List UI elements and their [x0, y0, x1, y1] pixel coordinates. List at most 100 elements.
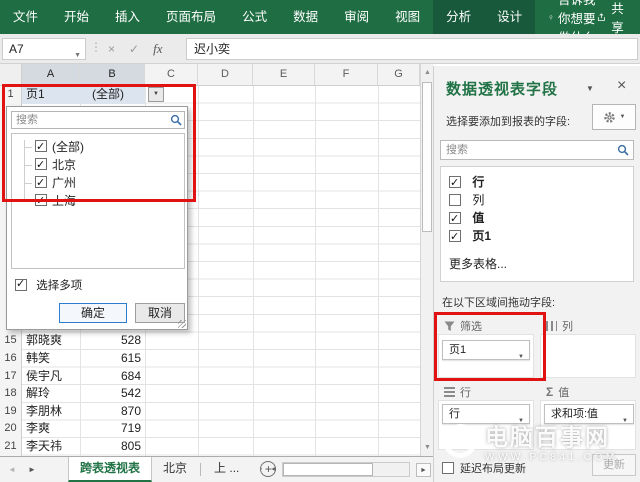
vertical-scrollbar-thumb[interactable] — [422, 82, 432, 232]
select-multiple-row[interactable]: 选择多项 — [15, 277, 82, 293]
defer-layout-row[interactable]: 延迟布局更新 — [442, 460, 526, 476]
panel-options-caret-icon[interactable]: ▼ — [586, 84, 594, 93]
checkbox[interactable] — [442, 462, 454, 474]
sheet-nav-right-icon[interactable]: ► — [28, 465, 36, 474]
sheet-tab-pivot[interactable]: 跨表透视表 — [68, 457, 152, 482]
cell-b1-page-value[interactable]: (全部) — [80, 86, 145, 104]
formula-input[interactable]: 迟小奕 — [186, 38, 638, 60]
filters-area-pill-page1[interactable]: 页1 ▼ — [442, 340, 530, 360]
table-row[interactable]: 李朋林870 — [22, 403, 145, 421]
checkbox[interactable] — [449, 212, 461, 224]
tab-design[interactable]: 设计 — [484, 0, 535, 34]
drag-areas-hint: 在以下区域间拖动字段: — [442, 294, 555, 310]
ribbon-tab-bar: 文件 开始 插入 页面布局 公式 数据 审阅 视图 分析 设计 告诉我你想要做什… — [0, 0, 640, 34]
tools-button[interactable]: ▼ — [592, 104, 636, 130]
field-value[interactable]: 值 — [449, 209, 484, 227]
rows-area-pill[interactable]: 行 ▼ — [442, 404, 530, 424]
column-header-d[interactable]: D — [198, 64, 253, 85]
filter-item-all[interactable]: (全部) — [12, 138, 184, 156]
table-row[interactable]: 李天祎805 — [22, 438, 145, 456]
defer-layout-label: 延迟布局更新 — [460, 460, 526, 476]
checkbox[interactable] — [35, 176, 47, 188]
share-label: 共享 — [611, 0, 628, 36]
filter-item-guangzhou[interactable]: 广州 — [12, 174, 184, 192]
table-row[interactable]: 郭晓爽528 — [22, 332, 145, 350]
values-area-pill[interactable]: 求和项:值 ▼ — [544, 404, 634, 424]
row-header-21[interactable]: 21 — [0, 438, 21, 456]
cancel-entry-icon[interactable]: × — [108, 42, 115, 56]
tab-analyze[interactable]: 分析 — [433, 0, 484, 34]
row-header-17[interactable]: 17 — [0, 368, 21, 386]
column-header-a[interactable]: A — [22, 64, 80, 86]
tab-home[interactable]: 开始 — [51, 0, 102, 34]
column-header-c[interactable]: C — [145, 64, 198, 85]
filter-search-input[interactable] — [11, 111, 185, 129]
ok-button[interactable]: 确定 — [59, 303, 127, 323]
update-button[interactable]: 更新 — [592, 454, 636, 476]
row-header-1[interactable]: 1 — [0, 86, 21, 104]
column-header-e[interactable]: E — [253, 64, 315, 85]
horizontal-scrollbar-thumb[interactable] — [283, 463, 373, 476]
row-header-15[interactable]: 15 — [0, 332, 21, 350]
row-header-20[interactable]: 20 — [0, 420, 21, 438]
column-header-b[interactable]: B — [80, 64, 145, 86]
column-header-f[interactable]: F — [315, 64, 378, 85]
vertical-scrollbar[interactable]: ▲ ▼ — [420, 64, 433, 456]
row-header-18[interactable]: 18 — [0, 385, 21, 403]
field-column[interactable]: 列 — [449, 191, 484, 209]
filter-item-beijing[interactable]: 北京 — [12, 156, 184, 174]
panel-close-icon[interactable]: × — [617, 77, 626, 95]
tell-me-box[interactable]: 告诉我你想要做什么 — [549, 0, 597, 34]
checkbox[interactable] — [449, 194, 461, 206]
tab-insert[interactable]: 插入 — [102, 0, 153, 34]
checkbox[interactable] — [449, 176, 461, 188]
row-header-16[interactable]: 16 — [0, 350, 21, 368]
table-row[interactable]: 韩笑615 — [22, 350, 145, 368]
name-box[interactable]: A7 ▼ — [2, 38, 86, 60]
pill-caret-icon[interactable]: ▼ — [622, 412, 628, 430]
columns-icon — [546, 321, 557, 331]
table-row[interactable]: 侯宇凡684 — [22, 368, 145, 386]
confirm-entry-icon[interactable]: ✓ — [129, 42, 139, 56]
sheet-tab-bar: ◄ ► 跨表透视表 北京 上 ... + ⋮ ◄ ► — [0, 456, 433, 482]
share-button[interactable]: 共享 — [597, 0, 628, 34]
more-tables-link[interactable]: 更多表格... — [449, 255, 507, 272]
column-header-g[interactable]: G — [378, 64, 420, 85]
tab-page-layout[interactable]: 页面布局 — [153, 0, 229, 34]
popup-resize-handle[interactable] — [178, 320, 186, 328]
checkbox[interactable] — [35, 158, 47, 170]
hscroll-right-icon[interactable]: ► — [416, 463, 431, 477]
row-header-19[interactable]: 19 — [0, 403, 21, 421]
pill-caret-icon[interactable]: ▼ — [518, 412, 524, 430]
checkbox[interactable] — [35, 140, 47, 152]
table-row[interactable]: 解玲542 — [22, 385, 145, 403]
page-filter-popup: (全部) 北京 广州 上海 选择多项 确定 取消 — [6, 106, 188, 330]
cell-a1-page-field[interactable]: 页1 — [22, 86, 80, 104]
table-row[interactable]: 李爽719 — [22, 420, 145, 438]
tab-formulas[interactable]: 公式 — [229, 0, 280, 34]
field-page1[interactable]: 页1 — [449, 227, 491, 245]
filter-item-shanghai[interactable]: 上海 — [12, 192, 184, 210]
sheet-tabs: 跨表透视表 北京 上 ... + — [68, 457, 276, 482]
tab-view[interactable]: 视图 — [382, 0, 433, 34]
columns-area-box[interactable] — [540, 334, 636, 378]
sheet-tab-truncated[interactable]: 上 ... — [203, 457, 250, 482]
insert-function-icon[interactable]: fx — [153, 41, 162, 57]
search-icon — [170, 114, 182, 126]
tab-review[interactable]: 审阅 — [331, 0, 382, 34]
checkbox[interactable] — [35, 194, 47, 206]
sheet-nav-left-icon[interactable]: ◄ — [8, 465, 16, 474]
horizontal-scrollbar[interactable] — [282, 462, 410, 477]
checkbox[interactable] — [449, 230, 461, 242]
hscroll-left-icon[interactable]: ◄ — [270, 466, 277, 473]
sheet-tab-beijing[interactable]: 北京 — [152, 457, 198, 482]
pill-caret-icon[interactable]: ▼ — [518, 348, 524, 366]
checkbox[interactable] — [15, 279, 27, 291]
name-box-caret-icon[interactable]: ▼ — [74, 46, 81, 66]
fields-search-input[interactable] — [440, 140, 634, 160]
page-filter-dropdown-button[interactable]: ▼ — [148, 87, 164, 102]
select-all-corner[interactable] — [0, 64, 22, 85]
field-row[interactable]: 行 — [449, 173, 484, 191]
tab-file[interactable]: 文件 — [0, 0, 51, 34]
tab-data[interactable]: 数据 — [280, 0, 331, 34]
